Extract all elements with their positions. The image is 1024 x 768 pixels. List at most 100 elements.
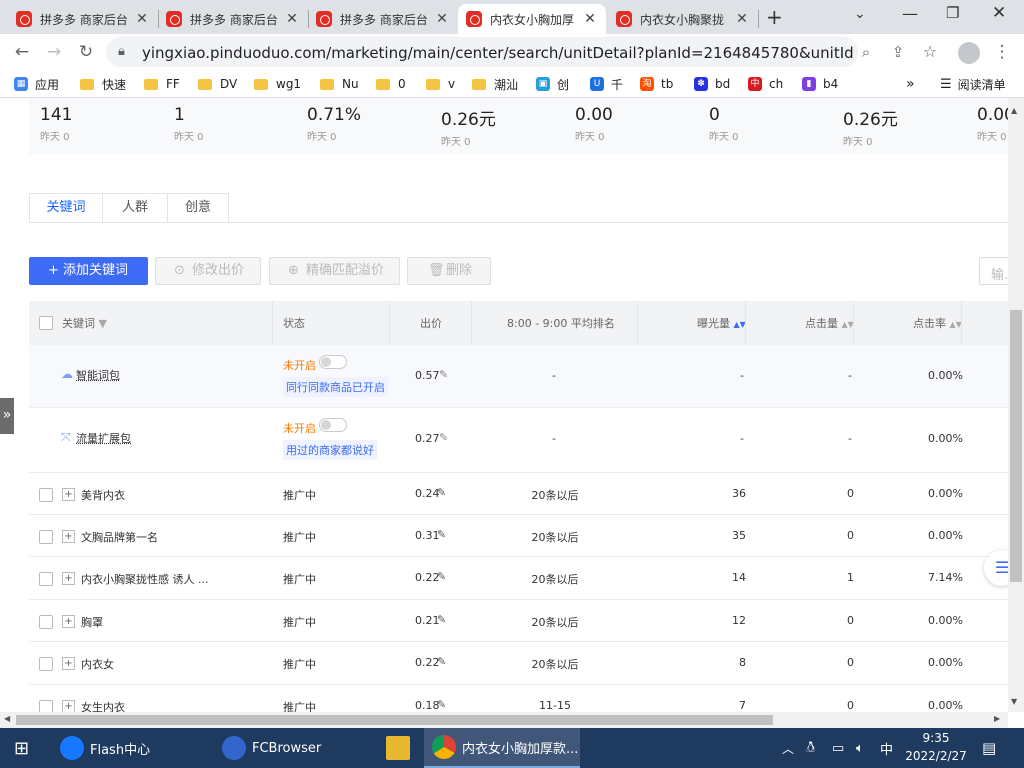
row-checkbox[interactable] xyxy=(39,615,53,629)
package-toggle[interactable] xyxy=(319,418,347,432)
bookmark-folder[interactable]: v xyxy=(426,75,455,93)
taskbar-fcbrowser[interactable]: FCBrowser xyxy=(214,728,374,768)
close-tab-icon[interactable]: ✕ xyxy=(582,11,598,27)
expand-row-button[interactable]: + xyxy=(62,700,75,712)
exact-match-premium-button[interactable]: ⊕ 精确匹配溢价 xyxy=(269,257,400,285)
share-icon[interactable]: ⇪ xyxy=(884,38,912,66)
window-close-icon[interactable]: ✕ xyxy=(992,3,1006,23)
tab-creative[interactable]: 创意 xyxy=(167,193,229,223)
taskbar-explorer[interactable] xyxy=(376,728,420,768)
add-keyword-button[interactable]: + 添加关键词 xyxy=(29,257,148,285)
bookmark-folder[interactable]: Nu xyxy=(320,75,359,93)
keyword-search-input[interactable]: 输... xyxy=(979,257,1008,285)
sort-icon[interactable]: ▲▼ xyxy=(734,320,746,329)
row-checkbox[interactable] xyxy=(39,530,53,544)
bookmark-folder[interactable]: 潮汕 xyxy=(472,75,518,93)
col-ctr[interactable]: 点击率 ▲▼ xyxy=(913,315,962,331)
scroll-left-icon[interactable]: ◀ xyxy=(4,714,10,723)
network-icon[interactable]: ▭ xyxy=(832,728,844,768)
expand-row-button[interactable]: + xyxy=(62,572,75,585)
edit-bid-icon[interactable]: ✎ xyxy=(437,570,446,583)
scroll-down-icon[interactable]: ▼ xyxy=(1011,697,1017,706)
qq-icon[interactable]: 🐧︎ xyxy=(806,728,815,768)
row-checkbox[interactable] xyxy=(39,700,53,712)
ime-indicator[interactable]: 中 xyxy=(880,728,893,768)
edit-bid-icon[interactable]: ✎ xyxy=(437,655,446,668)
bookmark-folder[interactable]: 0 xyxy=(376,75,406,93)
col-impressions[interactable]: 曝光量 ▲▼ xyxy=(697,315,746,331)
volume-icon[interactable]: 🔈︎ xyxy=(856,728,864,768)
bookmark-star-icon[interactable]: ☆ xyxy=(916,38,944,66)
browser-tab[interactable]: 拼多多 商家后台 ✕ xyxy=(158,4,308,34)
bookmark-link[interactable]: ✽ bd xyxy=(694,75,730,93)
edit-bid-icon[interactable]: ✎ xyxy=(437,486,446,499)
package-toggle[interactable] xyxy=(319,355,347,369)
taskbar-chrome[interactable]: 内衣女小胸加厚款... xyxy=(424,728,580,768)
reading-list[interactable]: ☰ 阅读清单 xyxy=(940,75,1006,93)
scroll-right-icon[interactable]: ▶ xyxy=(994,714,1000,723)
notification-icon[interactable]: ▤ xyxy=(982,728,996,768)
address-bar[interactable]: 🔒︎ yingxiao.pinduoduo.com/marketing/main… xyxy=(106,37,858,67)
clock-time[interactable]: 9:35 xyxy=(906,731,966,745)
row-checkbox[interactable] xyxy=(39,572,53,586)
taskbar-flash[interactable]: Flash中心 xyxy=(52,728,212,768)
row-checkbox[interactable] xyxy=(39,657,53,671)
bookmark-apps[interactable]: ▦ 应用 xyxy=(14,75,59,93)
profile-avatar[interactable] xyxy=(958,42,980,64)
reload-icon[interactable]: ↻ xyxy=(72,38,100,66)
tab-audience[interactable]: 人群 xyxy=(102,193,168,223)
browser-tab[interactable]: 拼多多 商家后台 ✕ xyxy=(308,4,458,34)
tab-search-icon[interactable]: ⌄ xyxy=(854,6,866,22)
back-icon[interactable]: ← xyxy=(8,38,36,66)
restore-icon[interactable]: ❐ xyxy=(946,4,959,22)
expand-sidebar-button[interactable]: » xyxy=(0,398,14,434)
sort-icon[interactable]: ▲▼ xyxy=(842,320,854,329)
edit-bid-icon[interactable]: ✎ xyxy=(437,613,446,626)
bookmark-folder[interactable]: 快速 xyxy=(80,75,126,93)
select-all-checkbox[interactable] xyxy=(39,316,53,330)
modify-bid-button[interactable]: ⊙ 修改出价 xyxy=(155,257,261,285)
col-clicks[interactable]: 点击量 ▲▼ xyxy=(805,315,854,331)
delete-button[interactable]: 🗑︎ 删除 xyxy=(407,257,491,285)
expand-row-button[interactable]: + xyxy=(62,530,75,543)
minimize-icon[interactable]: — xyxy=(902,4,918,23)
row-checkbox[interactable] xyxy=(39,488,53,502)
edit-bid-icon[interactable]: ✎ xyxy=(439,431,448,444)
bookmark-link[interactable]: 中 ch xyxy=(748,75,783,93)
bookmark-folder[interactable]: FF xyxy=(144,75,180,93)
browser-tab[interactable]: 内衣女小胸聚拢 ✕ xyxy=(608,4,758,34)
bookmark-link[interactable]: U千 xyxy=(590,75,623,93)
bookmark-link[interactable]: 淘 tb xyxy=(640,75,673,93)
menu-dots-icon[interactable]: ⋮ xyxy=(988,38,1016,66)
package-name[interactable]: 流量扩展包 xyxy=(76,430,131,446)
bookmark-link[interactable]: ▣ 创 xyxy=(536,75,569,93)
new-tab-icon[interactable]: + xyxy=(766,5,783,29)
zoom-icon[interactable]: ⌕ xyxy=(852,38,880,66)
clock-date[interactable]: 2022/2/27 xyxy=(902,749,970,763)
close-tab-icon[interactable]: ✕ xyxy=(134,11,150,27)
bookmarks-overflow[interactable]: » xyxy=(906,75,915,93)
browser-tab-active[interactable]: 内衣女小胸加厚 ✕ xyxy=(458,4,606,34)
bookmark-link[interactable]: ▮ b4 xyxy=(802,75,838,93)
expand-row-button[interactable]: + xyxy=(62,657,75,670)
package-name[interactable]: 智能词包 xyxy=(76,367,120,383)
close-tab-icon[interactable]: ✕ xyxy=(434,11,450,27)
tray-up-icon[interactable]: ︿ xyxy=(782,728,794,768)
col-keyword[interactable]: 关键词 ▼ xyxy=(62,315,107,331)
edit-bid-icon[interactable]: ✎ xyxy=(437,528,446,541)
windows-start-icon[interactable]: ⊞ xyxy=(14,728,29,768)
expand-row-button[interactable]: + xyxy=(62,488,75,501)
close-tab-icon[interactable]: ✕ xyxy=(284,11,300,27)
edit-bid-icon[interactable]: ✎ xyxy=(439,368,448,381)
filter-icon[interactable]: ▼ xyxy=(99,317,107,330)
edit-bid-icon[interactable]: ✎ xyxy=(437,698,446,711)
expand-row-button[interactable]: + xyxy=(62,615,75,628)
tab-keywords[interactable]: 关键词 xyxy=(29,193,103,223)
browser-tab[interactable]: 拼多多 商家后台 ✕ xyxy=(8,4,158,34)
url-text[interactable]: yingxiao.pinduoduo.com/marketing/main/ce… xyxy=(142,44,854,62)
close-tab-icon[interactable]: ✕ xyxy=(734,11,750,27)
bookmark-folder[interactable]: DV xyxy=(198,75,237,93)
sort-icon[interactable]: ▲▼ xyxy=(950,320,962,329)
scroll-up-icon[interactable]: ▲ xyxy=(1011,106,1017,115)
bookmark-folder[interactable]: wg1 xyxy=(254,75,301,93)
